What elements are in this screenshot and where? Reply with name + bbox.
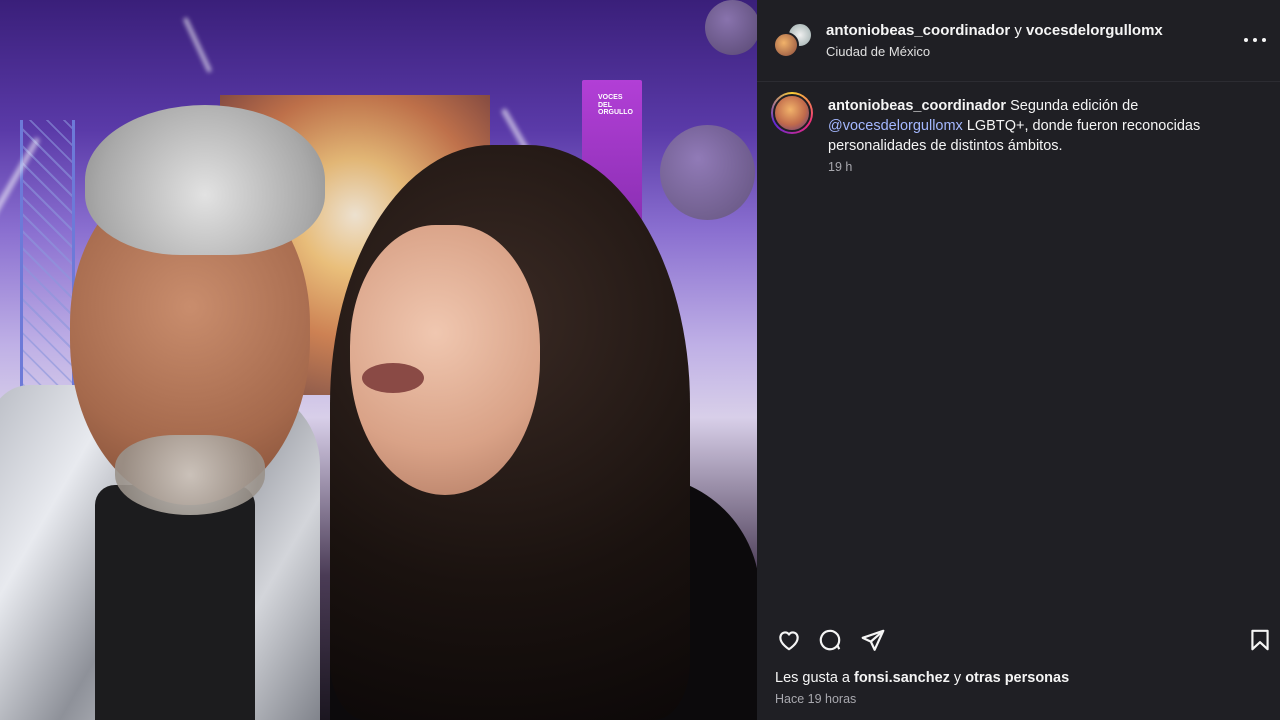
post-side-panel: antoniobeas_coordinador y vocesdelorgull… bbox=[757, 0, 1280, 720]
like-button[interactable] bbox=[775, 626, 803, 654]
balloon bbox=[705, 0, 757, 55]
lips bbox=[362, 363, 424, 393]
more-dot bbox=[1262, 38, 1266, 42]
location-link[interactable]: Ciudad de México bbox=[826, 44, 1163, 59]
heart-icon bbox=[779, 631, 799, 651]
stage-light bbox=[182, 16, 213, 74]
likes-prefix: Les gusta a bbox=[775, 670, 854, 686]
likes-middle: y bbox=[949, 670, 966, 686]
face bbox=[350, 225, 540, 495]
more-dot bbox=[1244, 38, 1248, 42]
caption-timestamp: 19 h bbox=[828, 160, 853, 174]
author-conjunction: y bbox=[1010, 22, 1027, 39]
beard bbox=[115, 435, 265, 515]
avatar[interactable] bbox=[771, 92, 813, 134]
author-names: antoniobeas_coordinador y vocesdelorgull… bbox=[826, 22, 1163, 39]
event-banner-text: VOCES DEL ORGULLO bbox=[598, 94, 633, 117]
save-button[interactable] bbox=[1246, 626, 1274, 654]
caption-username[interactable]: antoniobeas_coordinador bbox=[828, 98, 1006, 114]
mention-link[interactable]: @vocesdelorgullomx bbox=[828, 118, 963, 134]
author-link[interactable]: antoniobeas_coordinador bbox=[826, 22, 1010, 39]
bookmark-icon bbox=[1251, 629, 1269, 651]
post-timestamp: Hace 19 horas bbox=[775, 692, 857, 706]
action-bar bbox=[757, 620, 1280, 660]
caption-body: Segunda edición de bbox=[1006, 98, 1139, 114]
person-left bbox=[0, 105, 330, 720]
header-text: antoniobeas_coordinador y vocesdelorgull… bbox=[826, 22, 1163, 59]
liker-username[interactable]: fonsi.sanchez bbox=[854, 670, 950, 686]
share-icon bbox=[861, 629, 885, 651]
share-button[interactable] bbox=[859, 626, 887, 654]
author-link[interactable]: vocesdelorgullomx bbox=[1026, 22, 1163, 39]
likes-summary[interactable]: Les gusta a fonsi.sanchez y otras person… bbox=[775, 670, 1069, 686]
likes-others[interactable]: otras personas bbox=[965, 670, 1069, 686]
post-header: antoniobeas_coordinador y vocesdelorgull… bbox=[757, 0, 1280, 82]
avatar[interactable] bbox=[773, 32, 799, 58]
person-right bbox=[330, 145, 757, 720]
comment-icon bbox=[819, 629, 841, 651]
grey-hair bbox=[85, 105, 325, 255]
collab-avatars[interactable] bbox=[773, 22, 813, 60]
more-dot bbox=[1253, 38, 1257, 42]
comment-button[interactable] bbox=[816, 626, 844, 654]
caption-text: antoniobeas_coordinador Segunda edición … bbox=[828, 96, 1258, 156]
black-shirt bbox=[95, 485, 255, 720]
more-options-button[interactable] bbox=[1244, 30, 1266, 50]
post-photo[interactable]: VOCES DEL ORGULLO bbox=[0, 0, 757, 720]
